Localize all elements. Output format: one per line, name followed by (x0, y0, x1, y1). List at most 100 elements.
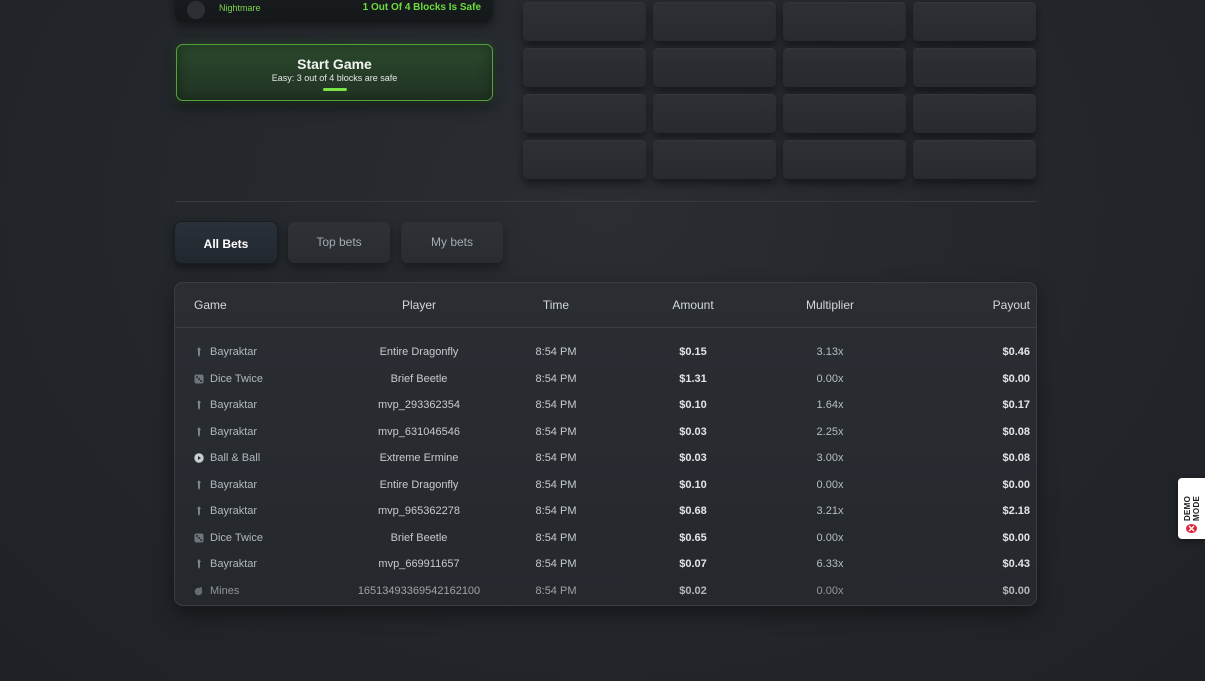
grid-block[interactable] (653, 2, 776, 41)
grid-block[interactable] (523, 140, 646, 179)
cell-multiplier: 0.00x (816, 531, 844, 544)
cell-game: Bayraktar (194, 479, 314, 491)
game-name: Dice Twice (210, 372, 263, 385)
grid-block[interactable] (653, 94, 776, 133)
header-amount: Amount (672, 298, 714, 312)
cell-amount: $0.02 (679, 584, 707, 597)
rocket-icon (194, 426, 204, 437)
grid-block[interactable] (783, 2, 906, 41)
cell-player: mvp_293362354 (378, 399, 460, 412)
header-time: Time (542, 298, 570, 312)
start-game-subtitle: Easy: 3 out of 4 blocks are safe (271, 73, 398, 83)
table-row: Dice Twice Brief Beetle 8:54 PM $0.65 0.00x $… (175, 525, 1036, 552)
header-multiplier: Multiplier (805, 298, 854, 312)
rocket-icon (194, 559, 204, 570)
grid-block[interactable] (523, 94, 646, 133)
grid-block[interactable] (783, 94, 906, 133)
grid-block[interactable] (783, 140, 906, 179)
header-game: Game (194, 298, 227, 312)
cell-time: 8:54 PM (535, 505, 577, 518)
cell-payout: $0.00 (1002, 372, 1030, 385)
bets-tabs: All Bets Top bets My bets (175, 222, 514, 263)
cell-multiplier: 3.21x (816, 505, 844, 518)
cell-amount: $0.03 (679, 452, 707, 465)
game-name: Bayraktar (210, 399, 258, 412)
cell-player: Extreme Ermine (379, 452, 459, 465)
tab-top-bets[interactable]: Top bets (288, 222, 390, 263)
cell-time: 8:54 PM (535, 399, 577, 412)
cell-amount: $0.03 (679, 425, 707, 438)
cell-multiplier: 3.00x (816, 452, 844, 465)
difficulty-selector[interactable]: Nightmare 1 Out Of 4 Blocks Is Safe (175, 0, 493, 22)
table-row: Dice Twice Brief Beetle 8:54 PM $1.31 0.00x $… (175, 366, 1036, 393)
game-name: Bayraktar (210, 346, 258, 359)
cell-amount: $1.31 (679, 372, 707, 385)
cell-player: Entire Dragonfly (379, 346, 459, 359)
cell-payout: $0.43 (1002, 558, 1030, 571)
cell-game: Bayraktar (194, 399, 314, 411)
table-row: Bayraktar mvp_293362354 8:54 PM $0.10 1.64x $… (175, 392, 1036, 419)
grid-block[interactable] (913, 2, 1036, 41)
grid-block[interactable] (913, 48, 1036, 87)
game-name: Bayraktar (210, 505, 258, 518)
cell-amount: $0.15 (679, 346, 707, 359)
start-game-button[interactable]: Start Game Easy: 3 out of 4 blocks are s… (176, 44, 493, 101)
cell-player: mvp_631046546 (378, 425, 460, 438)
block-grid (523, 2, 1038, 179)
demo-mode-badge[interactable]: DEMO MODE (1178, 478, 1205, 539)
header-payout: Payout (992, 298, 1030, 312)
cell-payout: $0.08 (1002, 452, 1030, 465)
game-name: Dice Twice (210, 531, 263, 544)
table-row: Bayraktar Entire Dragonfly 8:54 PM $0.10 0.0… (175, 472, 1036, 499)
cell-time: 8:54 PM (535, 584, 577, 597)
game-name: Bayraktar (210, 425, 258, 438)
table-row: Ball & Ball Extreme Ermine 8:54 PM $0.03 3.0… (175, 445, 1036, 472)
tab-my-bets[interactable]: My bets (401, 222, 503, 263)
cell-game: Bayraktar (194, 426, 314, 438)
rocket-icon (194, 400, 204, 411)
rocket-icon (194, 479, 204, 490)
cell-payout: $0.17 (1002, 399, 1030, 412)
start-game-indicator (322, 88, 347, 91)
start-game-title: Start Game (297, 56, 372, 72)
cell-player: mvp_965362278 (378, 505, 460, 518)
rocket-icon (194, 347, 204, 358)
demo-mode-icon (1186, 524, 1197, 533)
section-divider (175, 201, 1037, 202)
cell-game: Ball & Ball (194, 452, 314, 464)
table-row: Bayraktar mvp_669911657 8:54 PM $0.07 6.33x $… (175, 551, 1036, 578)
difficulty-icon (187, 1, 205, 19)
mine-icon (194, 586, 204, 596)
table-row: Mines 1651349336954216210​0 8:54 PM $0.02 0.… (175, 578, 1036, 605)
cell-time: 8:54 PM (535, 372, 577, 385)
cell-player: Entire Dragonfly (379, 478, 459, 491)
cell-multiplier: 0.00x (816, 478, 844, 491)
game-name: Mines (210, 584, 240, 597)
cell-player: mvp_669911657 (378, 558, 460, 571)
grid-block[interactable] (653, 48, 776, 87)
cell-player: Brief Beetle (390, 531, 448, 544)
table-row: Bayraktar Entire Dragonfly 8:54 PM $0.15 3.1… (175, 339, 1036, 366)
grid-block[interactable] (523, 2, 646, 41)
grid-block[interactable] (913, 94, 1036, 133)
grid-block[interactable] (783, 48, 906, 87)
cell-game: Dice Twice (194, 373, 314, 385)
table-body: Bayraktar Entire Dragonfly 8:54 PM $0.15 3.1… (175, 328, 1036, 604)
cell-multiplier: 1.64x (816, 399, 844, 412)
tab-all-bets[interactable]: All Bets (175, 222, 277, 263)
cell-player: Brief Beetle (390, 372, 448, 385)
bets-table: Game Player Time Amount Multiplier Payou… (174, 282, 1037, 606)
cell-game: Bayraktar (194, 505, 314, 517)
grid-block[interactable] (523, 48, 646, 87)
cell-amount: $0.68 (679, 505, 707, 518)
grid-block[interactable] (913, 140, 1036, 179)
dice-icon (194, 533, 204, 543)
cell-player: 1651349336954216210​0 (357, 584, 481, 597)
grid-block[interactable] (653, 140, 776, 179)
cell-game: Bayraktar (194, 558, 314, 570)
header-player: Player (401, 298, 436, 312)
cell-multiplier: 0.00x (816, 372, 844, 385)
cell-amount: $0.65 (679, 531, 707, 544)
game-name: Ball & Ball (210, 452, 261, 465)
table-row: Bayraktar mvp_965362278 8:54 PM $0.68 3.21x $… (175, 498, 1036, 525)
